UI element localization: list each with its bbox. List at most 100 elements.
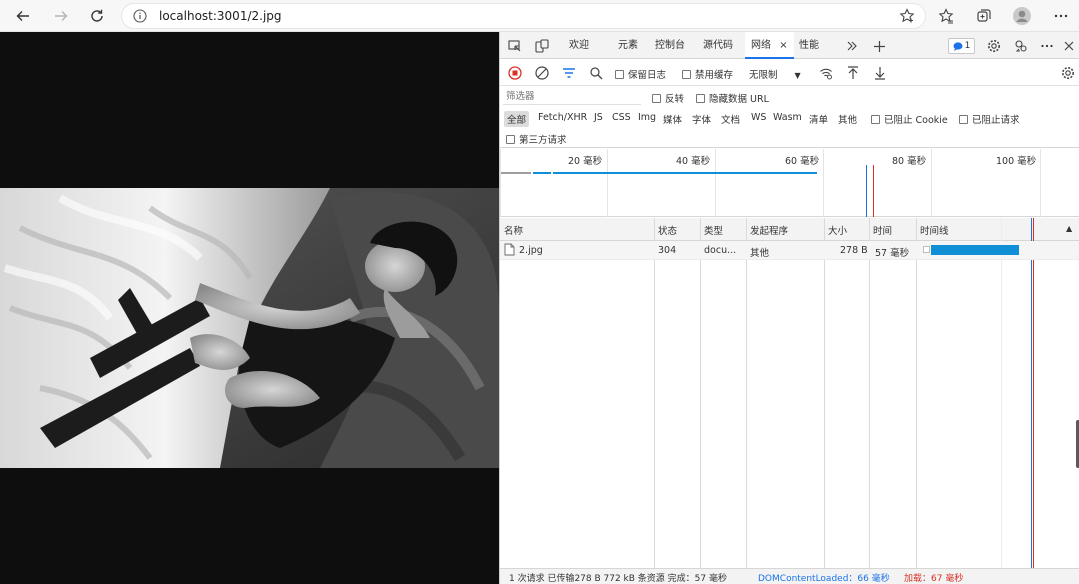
load-marker [873, 165, 874, 217]
overview-download-bar [553, 172, 817, 174]
disable-cache-checkbox[interactable]: 禁用缓存 [682, 67, 733, 81]
filter-type-font[interactable]: 字体 [692, 112, 711, 126]
column-divider[interactable] [654, 218, 655, 568]
device-emulation-icon[interactable] [534, 38, 550, 54]
blocked-cookies-label: 已阻止 Cookie [884, 115, 948, 126]
column-divider[interactable] [824, 218, 825, 568]
overview-gridline [931, 149, 932, 217]
overview-tick-label: 100 毫秒 [996, 156, 1037, 167]
col-time[interactable]: 时间 [873, 223, 892, 237]
filter-type-img[interactable]: Img [638, 112, 656, 123]
request-name[interactable]: 2.jpg [519, 245, 543, 256]
search-icon[interactable] [588, 65, 604, 81]
col-type[interactable]: 类型 [704, 223, 723, 237]
refresh-button[interactable] [85, 4, 109, 28]
filter-type-js[interactable]: JS [594, 112, 603, 123]
page-viewport [0, 32, 499, 584]
devtools-more-icon[interactable] [1039, 38, 1055, 54]
filter-type-css-label: CSS [612, 112, 631, 123]
request-type: docu... [704, 245, 737, 256]
tab-console[interactable]: 控制台 [655, 32, 685, 59]
tab-network-label: 网络 [751, 40, 771, 51]
status-summary: 1 次请求 已传输278 B 772 kB 条资源 完成：57 毫秒 [509, 574, 727, 584]
filter-type-ws-label: WS [751, 112, 767, 123]
issues-badge[interactable]: 1 [948, 38, 975, 54]
col-initiator[interactable]: 发起程序 [750, 223, 788, 237]
back-button[interactable] [11, 4, 35, 28]
throttling-select[interactable]: 无限制 ▼ [749, 67, 801, 81]
url-text[interactable]: localhost:3001/2.jpg [159, 9, 282, 23]
sort-ascending-icon[interactable]: ▲ [1066, 224, 1072, 233]
blocked-requests-box[interactable] [959, 115, 968, 124]
throttling-dropdown-icon[interactable]: ▼ [795, 71, 801, 80]
preserve-log-checkbox[interactable]: 保留日志 [615, 67, 666, 81]
favorites-button[interactable] [934, 4, 958, 28]
clear-icon[interactable] [534, 65, 550, 81]
filter-type-media[interactable]: 媒体 [663, 112, 682, 126]
column-divider[interactable] [916, 218, 917, 568]
profile-button[interactable] [1010, 4, 1034, 28]
add-favorite-icon[interactable] [899, 8, 915, 27]
record-stop-icon[interactable] [507, 65, 523, 81]
filter-type-wasm[interactable]: Wasm [773, 112, 802, 123]
hide-data-urls-checkbox[interactable]: 隐藏数据 URL [696, 91, 769, 105]
filter-type-css[interactable]: CSS [612, 112, 631, 123]
tab-elements[interactable]: 元素 [618, 32, 638, 59]
network-status-bar: 1 次请求 已传输278 B 772 kB 条资源 完成：57 毫秒 DOMCo… [500, 568, 1079, 584]
devtools-settings-gear-icon[interactable] [986, 38, 1002, 54]
filter-type-fetch-xhr[interactable]: Fetch/XHR [538, 112, 587, 123]
collections-button[interactable] [972, 4, 996, 28]
filter-type-ws[interactable]: WS [751, 112, 766, 123]
disable-cache-box[interactable] [682, 70, 691, 79]
waterfall-bar [931, 245, 1019, 255]
export-har-download-icon[interactable] [872, 65, 888, 81]
blocked-requests-checkbox[interactable]: 已阻止请求 [959, 112, 1020, 126]
tab-sources[interactable]: 源代码 [703, 32, 733, 59]
table-row[interactable]: 2.jpg 304 docu... 其他 278 B 57 毫秒 [500, 241, 1079, 260]
invert-box[interactable] [652, 94, 661, 103]
filter-funnel-icon[interactable] [561, 65, 577, 81]
filter-type-manifest[interactable]: 清单 [809, 112, 828, 126]
third-party-box[interactable] [506, 135, 515, 144]
preserve-log-box[interactable] [615, 70, 624, 79]
more-tabs-chevron-icon[interactable] [844, 38, 860, 54]
address-bar[interactable]: localhost:3001/2.jpg [121, 3, 926, 29]
column-divider[interactable] [869, 218, 870, 568]
overview-timeline[interactable]: 20 毫秒 40 毫秒 60 毫秒 80 毫秒 100 毫秒 [500, 149, 1079, 217]
blocked-cookies-box[interactable] [871, 115, 880, 124]
feedback-icon[interactable] [1013, 38, 1029, 54]
filter-input[interactable] [503, 89, 641, 105]
column-divider[interactable] [700, 218, 701, 568]
waterfall-load-line [1033, 218, 1034, 568]
throttling-value: 无限制 [749, 70, 778, 81]
more-dots-icon [1054, 14, 1068, 18]
col-status[interactable]: 状态 [658, 223, 677, 237]
waterfall-waiting-segment [923, 246, 930, 253]
add-tab-plus-icon[interactable] [871, 38, 887, 54]
close-devtools-icon[interactable] [1061, 38, 1077, 54]
site-info-icon[interactable] [133, 9, 147, 26]
col-name[interactable]: 名称 [504, 223, 523, 237]
filter-type-doc[interactable]: 文档 [721, 112, 740, 126]
inspect-element-icon[interactable] [507, 38, 523, 54]
import-har-upload-icon[interactable] [845, 65, 861, 81]
tab-performance[interactable]: 性能 [799, 32, 819, 59]
column-divider[interactable] [746, 218, 747, 568]
overview-tick-label: 40 毫秒 [676, 156, 711, 167]
forward-button[interactable] [49, 4, 73, 28]
tab-network[interactable]: 网络 × [745, 32, 794, 59]
network-settings-gear-icon[interactable] [1060, 65, 1076, 81]
network-conditions-wifi-icon[interactable] [818, 65, 834, 81]
tab-network-close-icon[interactable]: × [779, 40, 787, 51]
third-party-checkbox[interactable]: 第三方请求 [506, 132, 567, 146]
col-waterfall[interactable]: 时间线 [920, 223, 949, 237]
more-menu-button[interactable] [1049, 4, 1073, 28]
col-size[interactable]: 大小 [828, 223, 847, 237]
tab-welcome[interactable]: 欢迎 [569, 32, 589, 59]
blocked-cookies-checkbox[interactable]: 已阻止 Cookie [871, 112, 948, 126]
invert-checkbox[interactable]: 反转 [652, 91, 684, 105]
filter-type-other[interactable]: 其他 [838, 112, 857, 126]
hide-data-urls-box[interactable] [696, 94, 705, 103]
filter-type-all[interactable]: 全部 [504, 111, 530, 127]
photo-image [0, 188, 499, 468]
